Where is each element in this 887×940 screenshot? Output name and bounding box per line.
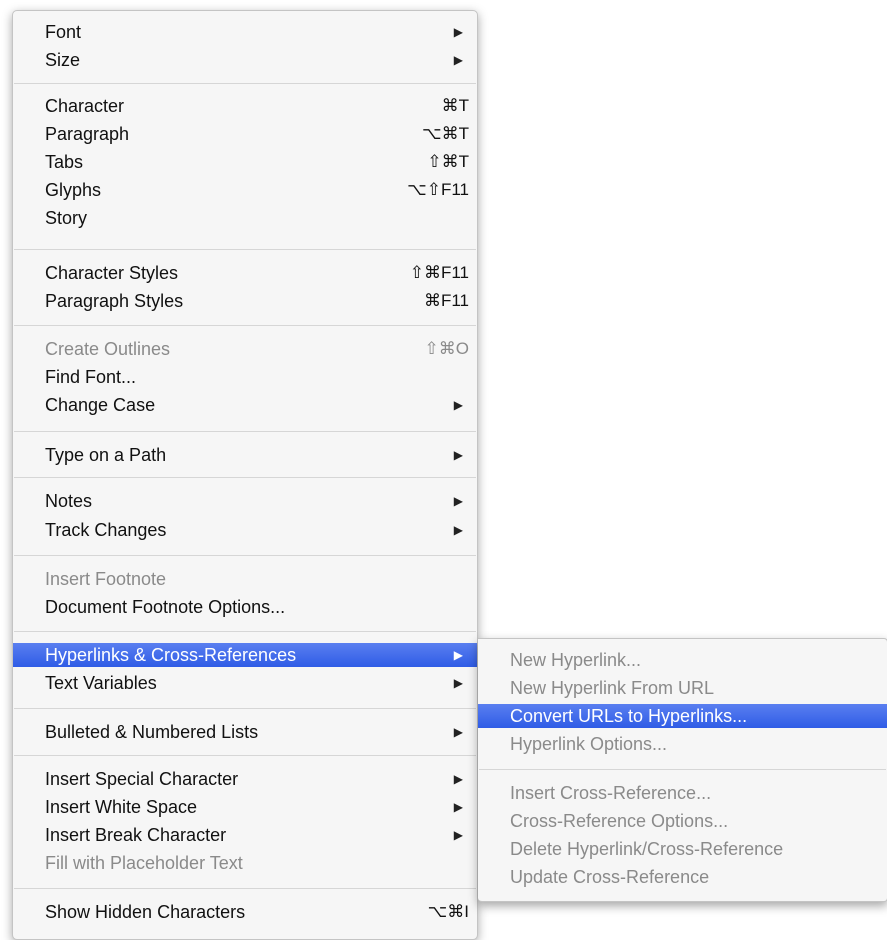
menu-item-insert-special-character[interactable]: Insert Special Character ▶ — [13, 767, 477, 791]
menu-item-insert-break-character[interactable]: Insert Break Character ▶ — [13, 823, 477, 847]
menu-item-shortcut: ⇧⌘F11 — [409, 263, 469, 282]
menu-separator — [479, 769, 886, 770]
menu-item-label: Insert White Space — [45, 797, 198, 817]
menu-item-story[interactable]: Story — [13, 206, 477, 230]
menu-item-type-on-a-path[interactable]: Type on a Path ▶ — [13, 443, 477, 467]
menu-separator — [14, 431, 476, 432]
menu-item-label: Character Styles — [45, 263, 179, 283]
submenu-arrow-icon: ▶ — [453, 398, 463, 412]
menu-separator — [14, 249, 476, 250]
menu-separator — [14, 83, 476, 84]
submenu-arrow-icon: ▶ — [453, 25, 463, 39]
menu-item-label: Document Footnote Options... — [45, 597, 286, 617]
menu-item-document-footnote-options[interactable]: Document Footnote Options... — [13, 595, 477, 619]
menu-item-paragraph[interactable]: Paragraph ⌥⌘T — [13, 122, 477, 146]
submenu-item-convert-urls-to-hyperlinks[interactable]: Convert URLs to Hyperlinks... — [478, 704, 887, 728]
hyperlinks-submenu: New Hyperlink... New Hyperlink From URL … — [478, 638, 887, 902]
menu-separator — [14, 755, 476, 756]
menu-item-label: Insert Footnote — [45, 569, 167, 589]
menu-item-shortcut: ⌘T — [441, 96, 469, 115]
menu-item-shortcut: ⇧⌘T — [427, 152, 469, 171]
menu-item-label: New Hyperlink... — [510, 650, 642, 670]
menu-item-bulleted-numbered-lists[interactable]: Bulleted & Numbered Lists ▶ — [13, 720, 477, 744]
submenu-arrow-icon: ▶ — [453, 772, 463, 786]
menu-separator — [14, 477, 476, 478]
menu-item-label: Hyperlinks & Cross-References — [45, 645, 297, 665]
submenu-item-cross-reference-options[interactable]: Cross-Reference Options... — [478, 809, 887, 833]
menu-separator — [14, 325, 476, 326]
menu-item-insert-white-space[interactable]: Insert White Space ▶ — [13, 795, 477, 819]
menu-item-label: Paragraph Styles — [45, 291, 184, 311]
submenu-arrow-icon: ▶ — [453, 523, 463, 537]
menu-item-font[interactable]: Font ▶ — [13, 20, 477, 44]
menu-item-label: Delete Hyperlink/Cross-Reference — [510, 839, 784, 859]
menu-item-label: Size — [45, 50, 81, 70]
menu-item-paragraph-styles[interactable]: Paragraph Styles ⌘F11 — [13, 289, 477, 313]
submenu-arrow-icon: ▶ — [453, 725, 463, 739]
menu-item-label: Update Cross-Reference — [510, 867, 710, 887]
menu-separator — [14, 888, 476, 889]
menu-item-label: Insert Break Character — [45, 825, 227, 845]
menu-item-label: Notes — [45, 491, 93, 511]
submenu-arrow-icon: ▶ — [453, 648, 463, 662]
menu-item-create-outlines[interactable]: Create Outlines ⇧⌘O — [13, 337, 477, 361]
menu-item-label: Find Font... — [45, 367, 137, 387]
menu-item-label: Track Changes — [45, 520, 167, 540]
menu-item-glyphs[interactable]: Glyphs ⌥⇧F11 — [13, 178, 477, 202]
menu-item-label: Cross-Reference Options... — [510, 811, 729, 831]
menu-item-label: Insert Special Character — [45, 769, 239, 789]
menu-item-shortcut: ⌥⌘I — [427, 902, 469, 921]
menu-item-tabs[interactable]: Tabs ⇧⌘T — [13, 150, 477, 174]
menu-item-label: Create Outlines — [45, 339, 171, 359]
submenu-arrow-icon: ▶ — [453, 53, 463, 67]
menu-item-label: Tabs — [45, 152, 84, 172]
menu-item-label: Bulleted & Numbered Lists — [45, 722, 259, 742]
menu-item-find-font[interactable]: Find Font... — [13, 365, 477, 389]
menu-item-size[interactable]: Size ▶ — [13, 48, 477, 72]
menu-item-shortcut: ⌥⇧F11 — [407, 180, 469, 199]
menu-item-character[interactable]: Character ⌘T — [13, 94, 477, 118]
submenu-item-delete-hyperlink-cross-reference[interactable]: Delete Hyperlink/Cross-Reference — [478, 837, 887, 861]
menu-item-insert-footnote[interactable]: Insert Footnote — [13, 567, 477, 591]
menu-item-label: Convert URLs to Hyperlinks... — [510, 706, 748, 726]
submenu-item-insert-cross-reference[interactable]: Insert Cross-Reference... — [478, 781, 887, 805]
menu-item-label: Change Case — [45, 395, 156, 415]
submenu-item-new-hyperlink-from-url[interactable]: New Hyperlink From URL — [478, 676, 887, 700]
menu-item-label: Character — [45, 96, 125, 116]
menu-item-label: Fill with Placeholder Text — [45, 853, 243, 873]
menu-item-shortcut: ⌘F11 — [423, 291, 469, 310]
menu-item-label: Insert Cross-Reference... — [510, 783, 712, 803]
menu-item-label: Font — [45, 22, 82, 42]
menu-item-character-styles[interactable]: Character Styles ⇧⌘F11 — [13, 261, 477, 285]
menu-item-notes[interactable]: Notes ▶ — [13, 489, 477, 513]
menu-item-shortcut: ⇧⌘O — [424, 339, 469, 358]
menu-item-label: Type on a Path — [45, 445, 167, 465]
menu-item-label: New Hyperlink From URL — [510, 678, 715, 698]
menu-separator — [14, 555, 476, 556]
menu-item-hyperlinks-cross-references[interactable]: Hyperlinks & Cross-References ▶ — [13, 643, 477, 667]
submenu-item-update-cross-reference[interactable]: Update Cross-Reference — [478, 865, 887, 889]
menu-item-label: Story — [45, 208, 88, 228]
menu-item-shortcut: ⌥⌘T — [422, 124, 469, 143]
menu-item-show-hidden-characters[interactable]: Show Hidden Characters ⌥⌘I — [13, 900, 477, 924]
submenu-arrow-icon: ▶ — [453, 676, 463, 690]
menu-item-label: Text Variables — [45, 673, 157, 693]
menu-item-change-case[interactable]: Change Case ▶ — [13, 393, 477, 417]
submenu-arrow-icon: ▶ — [453, 448, 463, 462]
menu-item-fill-with-placeholder-text[interactable]: Fill with Placeholder Text — [13, 851, 477, 875]
menu-separator — [14, 631, 476, 632]
menu-item-text-variables[interactable]: Text Variables ▶ — [13, 671, 477, 695]
menu-item-label: Hyperlink Options... — [510, 734, 668, 754]
submenu-arrow-icon: ▶ — [453, 494, 463, 508]
menu-item-label: Glyphs — [45, 180, 102, 200]
menu-item-track-changes[interactable]: Track Changes ▶ — [13, 518, 477, 542]
submenu-arrow-icon: ▶ — [453, 800, 463, 814]
menu-item-label: Paragraph — [45, 124, 130, 144]
submenu-item-hyperlink-options[interactable]: Hyperlink Options... — [478, 732, 887, 756]
menu-item-label: Show Hidden Characters — [45, 902, 246, 922]
menu-separator — [14, 708, 476, 709]
submenu-item-new-hyperlink[interactable]: New Hyperlink... — [478, 648, 887, 672]
text-menu: Font ▶ Size ▶ Character ⌘T Paragraph ⌥⌘T… — [12, 10, 478, 940]
submenu-arrow-icon: ▶ — [453, 828, 463, 842]
